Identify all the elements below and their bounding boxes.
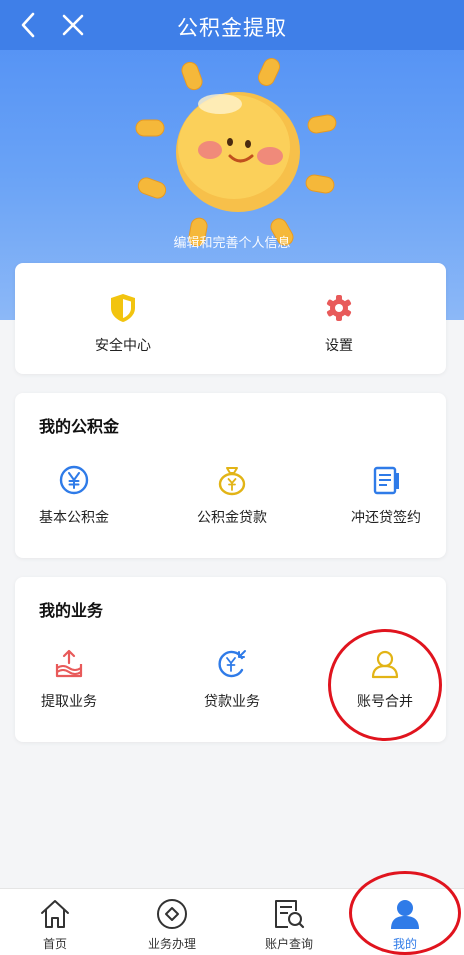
tab-business[interactable]: 业务办理 bbox=[127, 897, 217, 952]
tab-home[interactable]: 首页 bbox=[10, 897, 100, 952]
tab-business-label: 业务办理 bbox=[147, 937, 196, 951]
my-business-card: 我的业务 提取业务 贷款业务 账号合并 bbox=[15, 577, 446, 742]
security-center-button[interactable]: 安全中心 bbox=[87, 291, 159, 355]
document-icon bbox=[373, 466, 399, 495]
basic-fund-button[interactable]: 基本公积金 bbox=[33, 463, 115, 527]
bottom-tab-bar: 首页 业务办理 账户查询 我的 bbox=[0, 888, 464, 955]
search-document-icon bbox=[275, 900, 305, 929]
shield-icon bbox=[111, 294, 135, 322]
diamond-circle-icon bbox=[157, 899, 187, 929]
repay-contract-button[interactable]: 冲还贷签约 bbox=[345, 463, 427, 527]
tab-account-query[interactable]: 账户查询 bbox=[244, 897, 334, 952]
yuan-circle-icon bbox=[59, 465, 89, 495]
fund-loan-label: 公积金贷款 bbox=[197, 510, 267, 526]
loan-business-button[interactable]: 贷款业务 bbox=[196, 647, 268, 711]
my-fund-card: 我的公积金 基本公积金 公积金贷款 冲还贷签约 bbox=[15, 393, 446, 558]
loan-business-label: 贷款业务 bbox=[204, 694, 260, 710]
nav-bar: 公积金提取 bbox=[0, 0, 464, 50]
account-merge-button[interactable]: 账号合并 bbox=[349, 647, 421, 711]
user-outline-icon bbox=[371, 650, 399, 679]
tab-mine[interactable]: 我的 bbox=[360, 897, 450, 952]
loan-icon bbox=[218, 650, 246, 678]
settings-button[interactable]: 设置 bbox=[303, 291, 375, 355]
quick-actions-card: 安全中心 设置 bbox=[15, 263, 446, 374]
withdraw-icon bbox=[55, 649, 83, 678]
money-bag-icon bbox=[218, 467, 246, 496]
account-merge-label: 账号合并 bbox=[357, 694, 413, 710]
withdraw-business-button[interactable]: 提取业务 bbox=[33, 647, 105, 711]
user-icon bbox=[391, 900, 419, 929]
repay-contract-label: 冲还贷签约 bbox=[351, 510, 421, 526]
tab-home-label: 首页 bbox=[42, 937, 67, 951]
edit-profile-link[interactable]: 编辑和完善个人信息 bbox=[0, 232, 464, 251]
tab-mine-label: 我的 bbox=[392, 937, 417, 951]
home-icon bbox=[41, 900, 69, 928]
basic-fund-label: 基本公积金 bbox=[39, 510, 109, 526]
page-title: 公积金提取 bbox=[177, 16, 287, 40]
fund-loan-button[interactable]: 公积金贷款 bbox=[189, 463, 275, 527]
security-center-label: 安全中心 bbox=[95, 338, 151, 354]
gear-icon bbox=[326, 295, 352, 321]
avatar[interactable] bbox=[124, 52, 340, 252]
withdraw-business-label: 提取业务 bbox=[41, 694, 97, 710]
settings-label: 设置 bbox=[325, 338, 353, 354]
my-fund-title: 我的公积金 bbox=[39, 417, 120, 436]
my-business-title: 我的业务 bbox=[39, 601, 104, 620]
tab-account-query-label: 账户查询 bbox=[264, 937, 313, 951]
